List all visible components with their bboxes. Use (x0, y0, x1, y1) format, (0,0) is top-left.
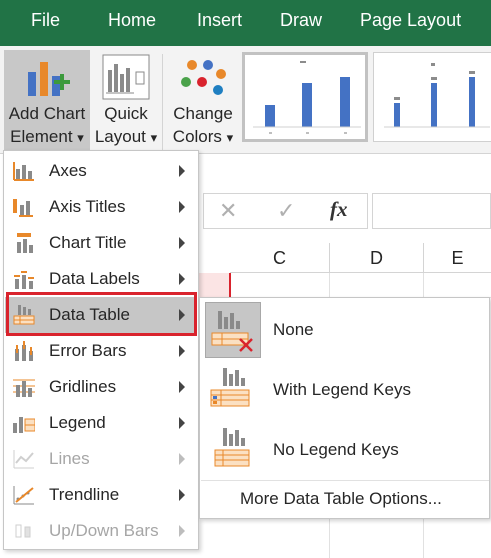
menu-item-data-table-label: Data Table (49, 305, 130, 324)
chart-styles-gallery (242, 52, 491, 148)
chevron-right-icon (179, 525, 185, 537)
insert-function-button[interactable]: fx (330, 197, 348, 222)
chart-style-thumbnail-2[interactable] (373, 52, 491, 142)
quick-layout-icon (102, 54, 150, 100)
chevron-right-icon (179, 381, 185, 393)
legend-icon (13, 417, 35, 433)
data-table-no-legend-keys-icon-frame (205, 422, 261, 478)
tab-draw[interactable]: Draw (280, 10, 322, 31)
menu-item-gridlines[interactable]: Gridlines (5, 369, 197, 405)
chart-title-icon (17, 233, 33, 253)
menu-item-trendline-label: Trendline (49, 485, 120, 504)
enter-formula-icon[interactable]: ✓ (277, 198, 295, 224)
menu-item-legend-label: Legend (49, 413, 106, 432)
add-chart-element-button[interactable]: Add Chart Element ▾ (4, 50, 90, 150)
data-table-none-icon (211, 311, 253, 352)
quick-layout-label-line2: Layout ▾ (94, 127, 158, 146)
lines-icon (13, 450, 34, 469)
chevron-right-icon (179, 237, 185, 249)
submenu-item-none-label: None (273, 320, 314, 339)
selected-cell-border (229, 273, 231, 297)
change-colors-button[interactable]: Change Colors ▾ (168, 50, 238, 150)
data-table-with-legend-keys-icon (210, 368, 250, 407)
menu-item-error-bars[interactable]: Error Bars (5, 333, 197, 369)
ribbon-separator (162, 54, 163, 150)
submenu-item-none[interactable]: None (201, 300, 489, 360)
add-chart-element-label-line1: Add Chart (8, 104, 86, 123)
gridlines-icon (13, 379, 35, 397)
change-colors-label-line1: Change (173, 104, 233, 123)
chart-style-thumbnail-1[interactable] (242, 52, 368, 142)
add-chart-element-icon (28, 62, 70, 96)
menu-item-axes[interactable]: Axes (5, 153, 197, 189)
more-data-table-options-link[interactable]: More Data Table Options... (240, 489, 442, 509)
menu-item-data-labels-label: Data Labels (49, 269, 140, 288)
submenu-item-with-legend-keys[interactable]: With Legend Keys (201, 360, 489, 420)
column-header-d[interactable]: D (330, 243, 424, 273)
axes-icon (13, 162, 34, 181)
menu-item-error-bars-label: Error Bars (49, 341, 127, 360)
menu-item-legend[interactable]: Legend (5, 405, 197, 441)
submenu-item-no-legend-keys[interactable]: No Legend Keys (201, 420, 489, 480)
selected-cell[interactable] (198, 273, 229, 297)
menu-item-chart-title-label: Chart Title (49, 233, 127, 252)
data-table-icon (13, 305, 35, 325)
chevron-right-icon (179, 345, 185, 357)
menu-item-axes-label: Axes (49, 161, 87, 180)
chevron-right-icon (179, 489, 185, 501)
quick-layout-label-line1: Quick (104, 104, 148, 123)
data-table-with-legend-keys-icon-frame (205, 362, 261, 418)
chart-style-2-preview (384, 63, 490, 128)
axis-titles-icon (13, 199, 33, 217)
tab-file[interactable]: File (31, 10, 60, 31)
chevron-right-icon (179, 417, 185, 429)
chevron-right-icon (179, 453, 185, 465)
cancel-formula-icon[interactable]: ✕ (219, 198, 237, 224)
submenu-item-with-legend-keys-label: With Legend Keys (273, 380, 411, 399)
ribbon-tab-bar: File Home Insert Draw Page Layout (0, 0, 491, 46)
column-header-e[interactable]: E (424, 243, 491, 273)
menu-item-chart-title[interactable]: Chart Title (5, 225, 197, 261)
menu-item-trendline[interactable]: Trendline (5, 477, 197, 513)
data-labels-icon (14, 271, 34, 289)
menu-item-data-labels[interactable]: Data Labels (5, 261, 197, 297)
chevron-down-icon: ▾ (77, 130, 84, 145)
chevron-right-icon (179, 309, 185, 321)
add-chart-element-label-line2: Element ▾ (10, 127, 84, 146)
up-down-bars-icon (15, 524, 31, 538)
chart-style-1-preview (253, 61, 361, 134)
change-colors-label-line2: Colors ▾ (172, 127, 234, 146)
add-chart-element-menu: Axes Axis Titles Chart Title Data Labels (3, 150, 199, 550)
color-palette-icon (181, 60, 226, 95)
menu-item-lines: Lines (5, 441, 197, 477)
error-bars-icon (15, 341, 33, 361)
menu-item-axis-titles[interactable]: Axis Titles (5, 189, 197, 225)
quick-layout-button[interactable]: Quick Layout ▾ (94, 50, 158, 150)
data-table-no-legend-keys-icon (214, 428, 250, 467)
menu-item-gridlines-label: Gridlines (49, 377, 117, 396)
data-table-none-icon-frame (205, 302, 261, 358)
menu-item-up-down-bars-label: Up/Down Bars (49, 521, 159, 540)
tab-page-layout[interactable]: Page Layout (360, 10, 461, 31)
menu-item-data-table[interactable]: Data Table (5, 297, 197, 333)
submenu-divider (201, 480, 489, 481)
chevron-right-icon (179, 201, 185, 213)
data-table-submenu: None With Legend Keys No Legend Keys Mor… (199, 297, 490, 519)
column-header-c[interactable]: C (230, 243, 330, 273)
submenu-item-no-legend-keys-label: No Legend Keys (273, 440, 399, 459)
menu-item-axis-titles-label: Axis Titles (49, 197, 126, 216)
chevron-down-icon: ▾ (150, 130, 158, 145)
tab-insert[interactable]: Insert (197, 10, 242, 31)
menu-item-lines-label: Lines (49, 449, 90, 468)
chevron-right-icon (179, 165, 185, 177)
formula-input[interactable] (372, 193, 491, 229)
trendline-icon (13, 486, 34, 505)
menu-item-up-down-bars: Up/Down Bars (5, 513, 197, 549)
tab-home[interactable]: Home (108, 10, 156, 31)
chevron-down-icon: ▾ (226, 130, 234, 145)
ribbon-panel: Add Chart Element ▾ Quick Layout ▾ Chang… (0, 46, 491, 154)
chevron-right-icon (179, 273, 185, 285)
